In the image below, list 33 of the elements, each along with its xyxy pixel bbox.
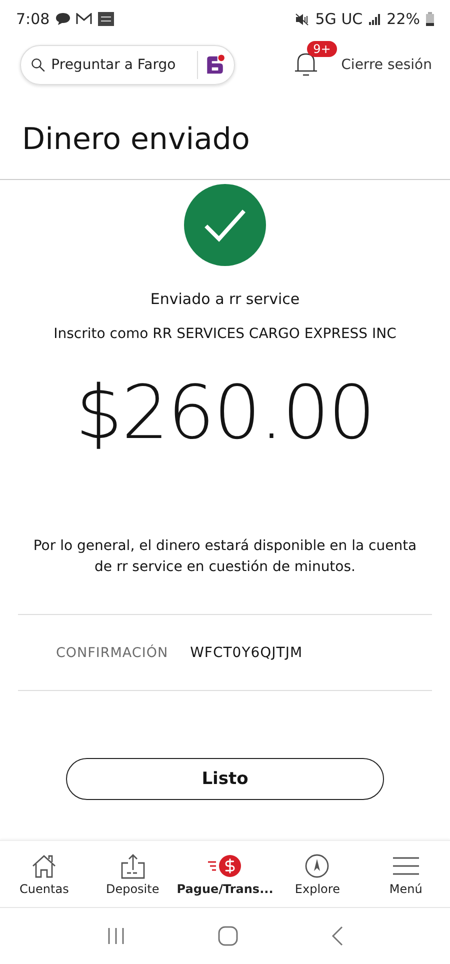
tab-bar-item[interactable]: Menú <box>362 841 450 907</box>
confirmation-label: CONFIRMACIÓN <box>56 644 168 660</box>
chat-icon <box>56 13 70 25</box>
back-icon[interactable] <box>331 926 344 946</box>
enrolled-name: Inscrito como RR SERVICES CARGO EXPRESS INC <box>54 326 396 342</box>
mute-icon <box>295 12 310 26</box>
search-icon <box>31 56 46 74</box>
deposit-icon <box>118 852 147 878</box>
confirmation-code: WFCT0Y6QJTJM <box>190 644 303 660</box>
signal-icon <box>368 13 381 25</box>
status-time: 7:08 <box>16 10 50 28</box>
page-title: Dinero enviado <box>0 92 450 180</box>
recent-apps-icon[interactable] <box>106 927 125 945</box>
compass-icon <box>303 852 332 878</box>
search-bar[interactable]: Preguntar a Fargo <box>20 45 235 85</box>
home-icon[interactable] <box>218 926 238 946</box>
success-check-icon <box>184 184 266 266</box>
notification-badge: 9+ <box>307 41 337 57</box>
availability-note: Por lo general, el dinero estará disponible en la cuenta de rr service en cuestión de minutos. <box>32 537 418 577</box>
network-label: 5G UC <box>315 10 363 28</box>
logout-link[interactable]: Cierre sesión <box>341 57 432 73</box>
amount: $260.00 <box>75 370 374 456</box>
recipient-text: Enviado a rr service <box>150 290 300 308</box>
tab-bar-item[interactable]: Pague/Trans... <box>176 841 274 907</box>
mail-icon <box>76 13 92 25</box>
done-button[interactable]: Listo <box>66 758 384 800</box>
tab-bar-item[interactable]: Cuentas <box>0 841 88 907</box>
battery-icon <box>426 12 434 26</box>
tab-bar-item[interactable]: Deposite <box>88 841 177 907</box>
app-icon <box>98 12 114 26</box>
battery-percent: 22% <box>386 10 420 28</box>
tab-bar-item[interactable]: Explore <box>273 841 362 907</box>
search-field[interactable]: Preguntar a Fargo <box>51 57 192 73</box>
